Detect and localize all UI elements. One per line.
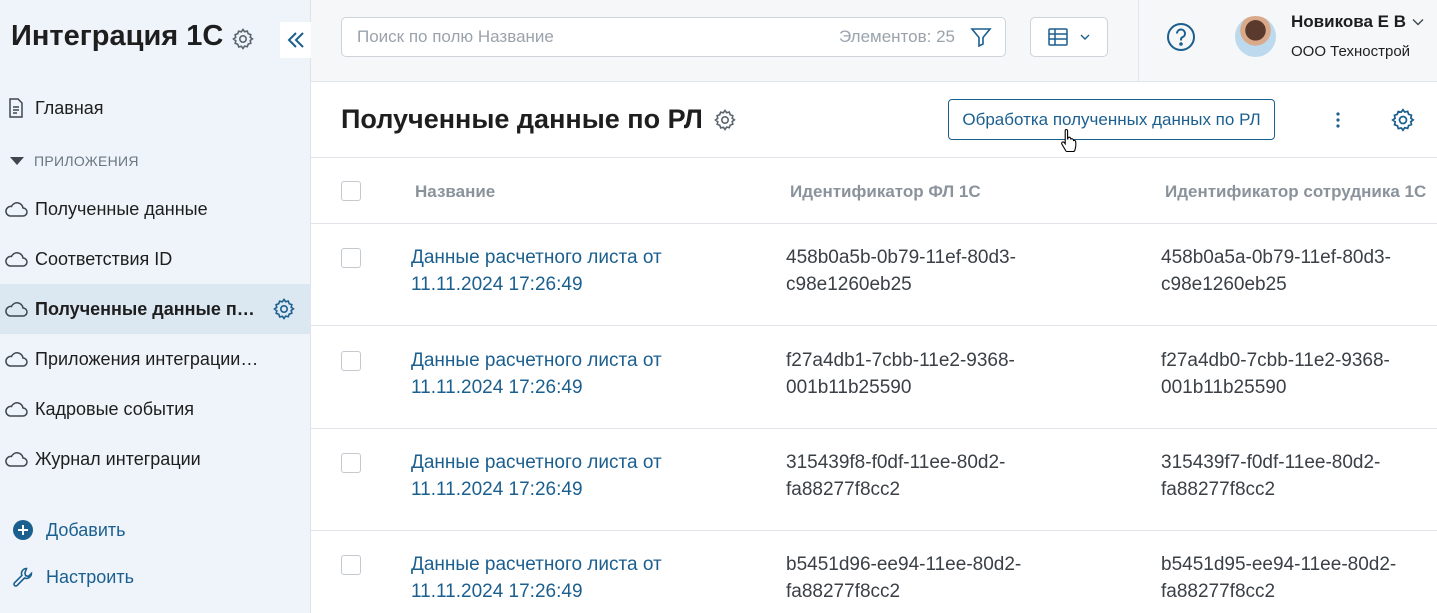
sidebar-item-label: Полученные данные xyxy=(35,198,208,219)
page-title: Полученные данные по РЛ xyxy=(341,104,737,135)
app-root: Интеграция 1С Главная ПРИЛОЖЕНИЯ Получен… xyxy=(0,0,1437,613)
user-org: ООО Технострой xyxy=(1291,43,1411,60)
sidebar-item-label: Полученные данные по РЛ xyxy=(35,298,261,319)
row-checkbox[interactable] xyxy=(341,248,361,268)
gear-icon[interactable] xyxy=(272,297,296,321)
items-count: Элементов: 25 xyxy=(839,27,955,46)
double-chevron-left-icon xyxy=(287,32,304,48)
search-input[interactable] xyxy=(342,27,839,47)
sidebar-item-received-data-rl[interactable]: Полученные данные по РЛ xyxy=(0,284,311,334)
add-button-label: Добавить xyxy=(46,519,126,540)
sidebar: Интеграция 1С Главная ПРИЛОЖЕНИЯ Получен… xyxy=(0,0,311,613)
app-title: Интеграция 1С xyxy=(11,20,255,53)
table-row: Данные расчетного листа от 11.11.2024 17… xyxy=(311,224,1437,326)
row-name-link[interactable]: Данные расчетного листа от 11.11.2024 17… xyxy=(411,347,751,401)
help-icon[interactable] xyxy=(1166,22,1196,52)
row-fl-id: b5451d96-ee94-11ee-80d2-fa88277f8cc2 xyxy=(786,554,1022,602)
row-checkbox[interactable] xyxy=(341,555,361,575)
gear-icon[interactable] xyxy=(713,108,737,132)
row-employee-id: f27a4db0-7cbb-11e2-9368-001b11b25590 xyxy=(1161,350,1390,398)
sidebar-item-label: Журнал интеграции xyxy=(35,448,201,469)
filter-icon[interactable] xyxy=(969,25,993,49)
process-rl-data-button[interactable]: Обработка полученных данных по РЛ xyxy=(948,99,1275,140)
column-header-employee-id[interactable]: Идентификатор сотрудника 1С xyxy=(1165,182,1426,202)
sidebar-item-hr-events[interactable]: Кадровые события xyxy=(0,384,311,434)
section-header-label: ПРИЛОЖЕНИЯ xyxy=(34,153,139,169)
row-name-link[interactable]: Данные расчетного листа от 11.11.2024 17… xyxy=(411,244,751,298)
row-fl-id: 458b0a5b-0b79-11ef-80d3-c98e1260eb25 xyxy=(786,247,1016,295)
section-header-apps[interactable]: ПРИЛОЖЕНИЯ xyxy=(10,153,139,169)
column-header-name[interactable]: Название xyxy=(415,182,495,202)
sidebar-item-label: Соответствия ID xyxy=(35,248,173,269)
row-fl-id: f27a4db1-7cbb-11e2-9368-001b11b25590 xyxy=(786,350,1015,398)
app-title-text: Интеграция 1С xyxy=(11,20,224,52)
cloud-icon xyxy=(4,347,28,371)
sidebar-item-integration-log[interactable]: Журнал интеграции xyxy=(0,434,311,484)
more-vertical-icon[interactable] xyxy=(1328,108,1348,132)
chevron-down-icon xyxy=(1080,34,1090,40)
row-employee-id: b5451d95-ee94-11ee-80d2-fa88277f8cc2 xyxy=(1161,554,1397,602)
wrench-icon xyxy=(13,567,33,587)
collapse-sidebar-button[interactable] xyxy=(280,22,311,58)
search-box: Элементов: 25 xyxy=(341,17,1006,57)
table-header: Название Идентификатор ФЛ 1С Идентификат… xyxy=(311,157,1437,224)
select-all-checkbox[interactable] xyxy=(341,181,361,201)
table-row: Данные расчетного листа от 11.11.2024 17… xyxy=(311,429,1437,531)
cloud-icon xyxy=(4,197,28,221)
view-switcher-button[interactable] xyxy=(1030,17,1108,57)
row-checkbox[interactable] xyxy=(341,351,361,371)
sidebar-item-home[interactable]: Главная xyxy=(0,83,311,133)
column-header-fl-id[interactable]: Идентификатор ФЛ 1С xyxy=(790,182,981,202)
sidebar-item-label: Главная xyxy=(35,97,104,118)
row-employee-id: 458b0a5a-0b79-11ef-80d3-c98e1260eb25 xyxy=(1161,247,1391,295)
triangle-down-icon xyxy=(10,157,24,165)
add-button[interactable]: Добавить xyxy=(12,519,126,541)
sidebar-item-label: Приложения интеграции с 1С xyxy=(35,348,261,369)
cloud-icon xyxy=(4,397,28,421)
configure-button-label: Настроить xyxy=(46,566,134,587)
chevron-down-icon xyxy=(1412,19,1424,26)
cloud-icon xyxy=(4,447,28,471)
sidebar-item-label: Кадровые события xyxy=(35,398,195,419)
page-title-text: Полученные данные по РЛ xyxy=(341,104,703,134)
plus-circle-icon xyxy=(13,520,33,540)
document-icon xyxy=(4,96,28,120)
row-employee-id: 315439f7-f0df-11ee-80d2-fa88277f8cc2 xyxy=(1161,452,1381,500)
table-row: Данные расчетного листа от 11.11.2024 17… xyxy=(311,531,1437,613)
row-checkbox[interactable] xyxy=(341,453,361,473)
table-row: Данные расчетного листа от 11.11.2024 17… xyxy=(311,327,1437,429)
sidebar-item-id-mapping[interactable]: Соответствия ID xyxy=(0,234,311,284)
row-name-link[interactable]: Данные расчетного листа от 11.11.2024 17… xyxy=(411,551,751,605)
topbar: Элементов: 25 Новикова Е В ООО Т xyxy=(311,0,1437,82)
hand-cursor-icon xyxy=(1061,128,1077,153)
cloud-icon xyxy=(4,297,28,321)
row-fl-id: 315439f8-f0df-11ee-80d2-fa88277f8cc2 xyxy=(786,452,1006,500)
cloud-icon xyxy=(4,247,28,271)
user-menu[interactable]: Новикова Е В xyxy=(1291,12,1424,32)
table-view-icon xyxy=(1048,28,1068,46)
topbar-divider xyxy=(1138,0,1139,82)
row-name-link[interactable]: Данные расчетного листа от 11.11.2024 17… xyxy=(411,449,751,503)
sidebar-item-integration-apps[interactable]: Приложения интеграции с 1С xyxy=(0,334,311,384)
avatar[interactable] xyxy=(1235,16,1276,57)
gear-icon[interactable] xyxy=(1390,107,1416,133)
configure-button[interactable]: Настроить xyxy=(12,566,134,588)
sidebar-item-received-data[interactable]: Полученные данные xyxy=(0,184,311,234)
user-name: Новикова Е В xyxy=(1291,12,1406,31)
gear-icon[interactable] xyxy=(231,27,255,51)
